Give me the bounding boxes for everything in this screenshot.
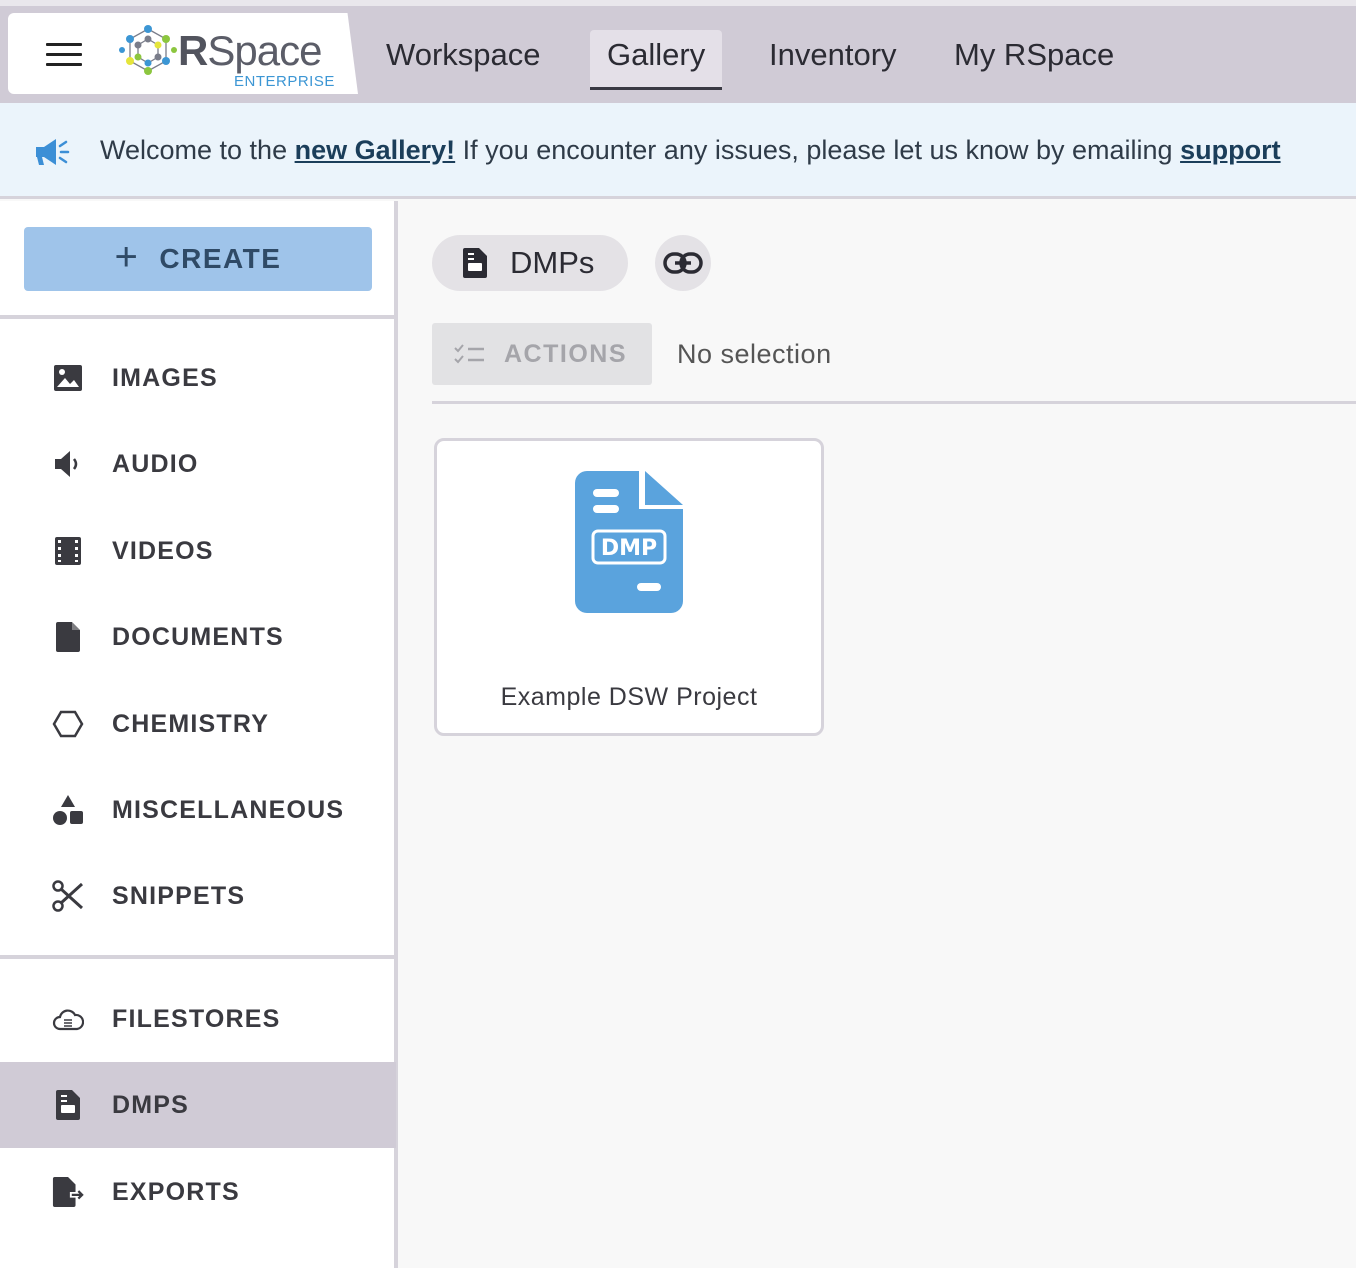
nav-inventory[interactable]: Inventory — [752, 30, 914, 90]
brand-area: RSpace ENTERPRISE — [8, 13, 358, 94]
create-button[interactable]: + CREATE — [24, 227, 372, 291]
sidebar-label: SNIPPETS — [112, 881, 246, 910]
cloud-icon — [52, 1003, 84, 1035]
main-divider — [432, 401, 1356, 404]
rspace-logo[interactable]: RSpace ENTERPRISE — [118, 21, 348, 90]
sidebar-item-snippets[interactable]: SNIPPETS — [0, 853, 396, 939]
megaphone-icon — [36, 139, 70, 165]
sidebar-item-dmps[interactable]: DMPS — [0, 1062, 396, 1148]
sidebar-label: DMPS — [112, 1090, 190, 1119]
shapes-icon — [52, 794, 84, 826]
file-badge: DMP — [601, 536, 657, 561]
sidebar-item-audio[interactable]: AUDIO — [0, 421, 396, 507]
sidebar-label: EXPORTS — [112, 1177, 240, 1206]
film-icon — [52, 535, 84, 567]
breadcrumb-dmps[interactable]: DMPs — [432, 235, 629, 291]
sidebar-label: CHEMISTRY — [112, 709, 270, 738]
nav-gallery[interactable]: Gallery — [590, 30, 723, 90]
new-gallery-link[interactable]: new Gallery! — [295, 135, 456, 165]
nav-my-rspace[interactable]: My RSpace — [937, 30, 1131, 90]
gallery-sidebar: + CREATE IMAGES AUDIO VIDEOS DOCUMENTS C… — [0, 201, 398, 1268]
brand-subtitle: ENTERPRISE — [234, 73, 335, 90]
nav-workspace[interactable]: Workspace — [369, 30, 558, 90]
sidebar-item-images[interactable]: IMAGES — [0, 335, 396, 421]
sidebar-label: AUDIO — [112, 449, 199, 478]
logo-mark-icon — [119, 25, 177, 75]
sidebar-label: VIDEOS — [112, 536, 214, 565]
sidebar-label: IMAGES — [112, 363, 218, 392]
menu-icon[interactable] — [46, 43, 82, 67]
banner-message: Welcome to the new Gallery! If you encou… — [100, 135, 1281, 166]
sidebar-divider — [0, 315, 396, 319]
breadcrumb-label: DMPs — [510, 245, 595, 280]
sidebar-divider — [0, 955, 396, 959]
hexagon-icon — [52, 708, 84, 740]
banner-text-middle: If you encounter any issues, please let … — [455, 135, 1181, 165]
file-name: Example DSW Project — [500, 683, 758, 711]
brand-name: RSpace — [178, 27, 322, 74]
sidebar-item-chemistry[interactable]: CHEMISTRY — [0, 681, 396, 767]
sidebar-item-miscellaneous[interactable]: MISCELLANEOUS — [0, 767, 396, 853]
sidebar-label: FILESTORES — [112, 1004, 281, 1033]
sidebar-label: MISCELLANEOUS — [112, 795, 345, 824]
volume-icon — [52, 448, 84, 480]
scissors-icon — [52, 880, 84, 912]
sidebar-item-exports[interactable]: EXPORTS — [0, 1149, 396, 1235]
create-label: CREATE — [159, 243, 282, 274]
gallery-main: DMPs ACTIONS No selection DMP Example DS… — [402, 201, 1356, 1268]
dmp-file-icon — [463, 248, 487, 278]
document-icon — [52, 621, 84, 653]
dmp-document-icon: DMP — [575, 471, 683, 613]
checklist-icon — [454, 344, 484, 364]
export-file-icon — [52, 1176, 84, 1208]
actions-label: ACTIONS — [504, 339, 627, 368]
image-icon — [52, 362, 84, 394]
link-icon — [663, 252, 703, 274]
top-bar: RSpace ENTERPRISE Workspace Gallery Inve… — [0, 0, 1356, 103]
sidebar-label: DOCUMENTS — [112, 622, 284, 651]
sidebar-item-documents[interactable]: DOCUMENTS — [0, 594, 396, 680]
file-card[interactable]: DMP Example DSW Project — [434, 438, 824, 736]
sidebar-item-videos[interactable]: VIDEOS — [0, 508, 396, 594]
plus-icon: + — [114, 235, 140, 279]
announcement-banner: Welcome to the new Gallery! If you encou… — [0, 103, 1356, 199]
support-email-link[interactable]: support — [1180, 135, 1281, 165]
selection-status: No selection — [677, 339, 832, 369]
copy-link-button[interactable] — [655, 235, 711, 291]
sidebar-item-filestores[interactable]: FILESTORES — [0, 976, 396, 1062]
banner-text-prefix: Welcome to the — [100, 135, 295, 165]
dmp-file-icon — [52, 1089, 84, 1121]
actions-button[interactable]: ACTIONS — [432, 323, 652, 385]
